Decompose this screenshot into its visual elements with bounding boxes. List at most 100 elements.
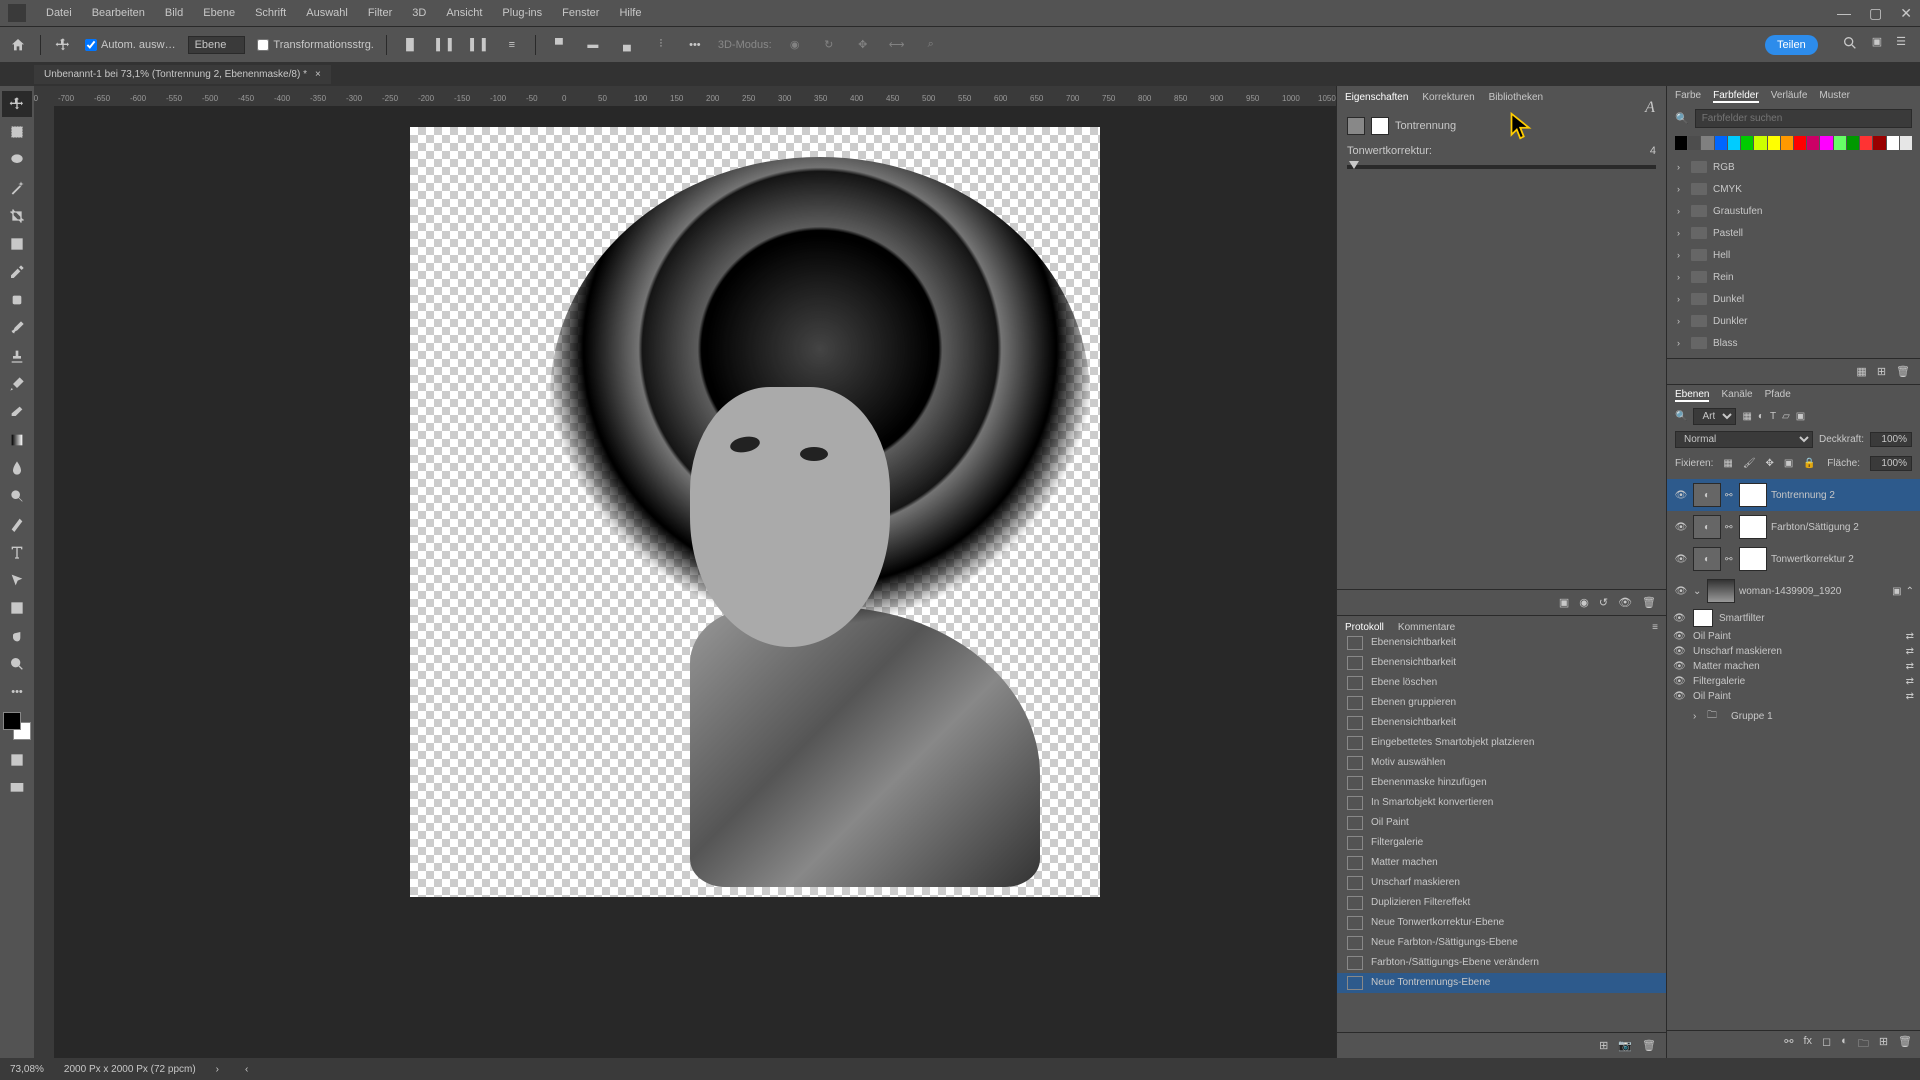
marquee-tool[interactable] [2, 119, 32, 145]
tab-gradients[interactable]: Verläufe [1771, 90, 1808, 103]
dodge-tool[interactable] [2, 483, 32, 509]
history-item[interactable]: Ebene löschen [1337, 673, 1666, 693]
color-swatch[interactable] [1900, 136, 1912, 150]
layer-item[interactable]: 👁◐⚯Tontrennung 2 [1667, 479, 1920, 511]
align-left-icon[interactable]: ▐▌ [399, 34, 421, 56]
color-swatch[interactable] [1701, 136, 1713, 150]
filter-options-icon[interactable]: ⇄ [1906, 646, 1914, 657]
lasso-tool[interactable] [2, 147, 32, 173]
history-item[interactable]: Duplizieren Filtereffekt [1337, 893, 1666, 913]
lock-pixels-icon[interactable]: 🖌 [1743, 458, 1756, 469]
filter-type-icon[interactable]: T [1770, 411, 1776, 422]
color-swatch[interactable] [1675, 136, 1687, 150]
menu-select[interactable]: Auswahl [298, 3, 356, 23]
new-doc-from-state-icon[interactable]: 📷 [1618, 1039, 1632, 1052]
tab-layers[interactable]: Ebenen [1675, 389, 1709, 402]
frame-tool[interactable] [2, 231, 32, 257]
history-item[interactable]: Ebenensichtbarkeit [1337, 653, 1666, 673]
magic-wand-tool[interactable] [2, 175, 32, 201]
move-tool-icon[interactable] [53, 35, 73, 55]
swatch-folder[interactable]: ›Blass [1667, 332, 1920, 354]
healing-tool[interactable] [2, 287, 32, 313]
history-item[interactable]: Neue Farbton-/Sättigungs-Ebene [1337, 933, 1666, 953]
tab-adjustments[interactable]: Korrekturen [1422, 92, 1474, 103]
view-previous-icon[interactable]: ◉ [1579, 596, 1589, 609]
color-swatch[interactable] [1754, 136, 1766, 150]
history-item[interactable]: Unscharf maskieren [1337, 873, 1666, 893]
blur-tool[interactable] [2, 455, 32, 481]
filter-options-icon[interactable]: ⇄ [1906, 691, 1914, 702]
shape-tool[interactable] [2, 595, 32, 621]
smartfilter-item[interactable]: 👁Matter machen⇄ [1667, 659, 1920, 674]
lock-transparent-icon[interactable]: ▦ [1723, 458, 1732, 469]
lock-position-icon[interactable]: ✥ [1766, 458, 1774, 469]
tab-properties[interactable]: Eigenschaften [1345, 92, 1408, 103]
align-center-h-icon[interactable]: ▌▐ [433, 34, 455, 56]
reset-icon[interactable]: ↺ [1599, 596, 1608, 609]
color-swatch[interactable] [1860, 136, 1872, 150]
menu-window[interactable]: Fenster [554, 3, 607, 23]
swatch-folder[interactable]: ›Rein [1667, 266, 1920, 288]
smartfilter-item[interactable]: 👁Unscharf maskieren⇄ [1667, 644, 1920, 659]
history-item[interactable]: Ebenen gruppieren [1337, 693, 1666, 713]
layer-dropdown[interactable]: Ebene [188, 36, 246, 54]
visibility-toggle-icon[interactable]: 👁 [1673, 522, 1689, 533]
smartfilter-item[interactable]: 👁Oil Paint⇄ [1667, 629, 1920, 644]
hand-tool[interactable] [2, 623, 32, 649]
align-bottom-icon[interactable]: ▄ [616, 34, 638, 56]
document-tab[interactable]: Unbenannt-1 bei 73,1% (Tontrennung 2, Eb… [34, 65, 331, 84]
filter-smart-icon[interactable]: ▣ [1796, 411, 1805, 422]
layer-fx-icon[interactable]: fx [1803, 1035, 1812, 1054]
history-item[interactable]: Farbton-/Sättigungs-Ebene verändern [1337, 953, 1666, 973]
smartfilter-item[interactable]: 👁Filtergalerie⇄ [1667, 674, 1920, 689]
search-icon[interactable] [1842, 35, 1858, 54]
move-tool[interactable] [2, 91, 32, 117]
color-swatch[interactable] [1847, 136, 1859, 150]
new-swatch-icon[interactable]: ⊞ [1877, 365, 1886, 378]
lock-all-icon[interactable]: 🔒 [1803, 458, 1815, 469]
workspace-icon[interactable]: ▣ [1872, 35, 1882, 54]
clip-icon[interactable]: ▣ [1559, 596, 1569, 609]
toggle-visibility-icon[interactable]: 👁 [1618, 596, 1632, 609]
tab-close-icon[interactable]: × [315, 69, 321, 80]
minimize-icon[interactable]: — [1837, 5, 1851, 22]
maximize-icon[interactable]: ▢ [1869, 5, 1882, 22]
menu-filter[interactable]: Filter [360, 3, 400, 23]
filter-options-icon[interactable]: ⇄ [1906, 631, 1914, 642]
filter-pixel-icon[interactable]: ▦ [1742, 411, 1751, 422]
crop-tool[interactable] [2, 203, 32, 229]
more-options-icon[interactable]: ••• [684, 34, 706, 56]
path-select-tool[interactable] [2, 567, 32, 593]
panel-menu-icon[interactable]: ☰ [1896, 35, 1906, 54]
tab-color[interactable]: Farbe [1675, 90, 1701, 103]
swatch-folder[interactable]: ›CMYK [1667, 178, 1920, 200]
share-button[interactable]: Teilen [1765, 35, 1818, 55]
color-swatch[interactable] [1887, 136, 1899, 150]
history-brush-tool[interactable] [2, 371, 32, 397]
color-swatches[interactable] [3, 712, 31, 740]
swatch-folder[interactable]: ›Graustufen [1667, 200, 1920, 222]
filter-adjust-icon[interactable]: ◐ [1758, 411, 1764, 422]
new-adjustment-icon[interactable]: ◐ [1841, 1035, 1848, 1054]
color-swatch[interactable] [1834, 136, 1846, 150]
align-right-icon[interactable]: ▌▐ [467, 34, 489, 56]
opacity-input[interactable] [1870, 432, 1912, 447]
history-item[interactable]: Matter machen [1337, 853, 1666, 873]
link-layers-icon[interactable]: ⚯ [1784, 1035, 1793, 1054]
menu-type[interactable]: Schrift [247, 3, 294, 23]
close-icon[interactable]: ✕ [1900, 5, 1912, 22]
brush-tool[interactable] [2, 315, 32, 341]
screen-mode-icon[interactable] [2, 775, 32, 801]
menu-help[interactable]: Hilfe [611, 3, 649, 23]
color-swatch[interactable] [1794, 136, 1806, 150]
blend-mode-select[interactable]: Normal [1675, 431, 1813, 448]
distribute-v-icon[interactable]: ⫶ [650, 34, 672, 56]
layer-item[interactable]: 👁◐⚯Farbton/Sättigung 2 [1667, 511, 1920, 543]
tab-channels[interactable]: Kanäle [1721, 389, 1752, 402]
swatch-preset-icon[interactable]: ▦ [1856, 365, 1866, 378]
tab-paths[interactable]: Pfade [1765, 389, 1791, 402]
color-swatch[interactable] [1873, 136, 1885, 150]
eraser-tool[interactable] [2, 399, 32, 425]
swatch-folder[interactable]: ›RGB [1667, 156, 1920, 178]
tab-libraries[interactable]: Bibliotheken [1489, 92, 1543, 103]
